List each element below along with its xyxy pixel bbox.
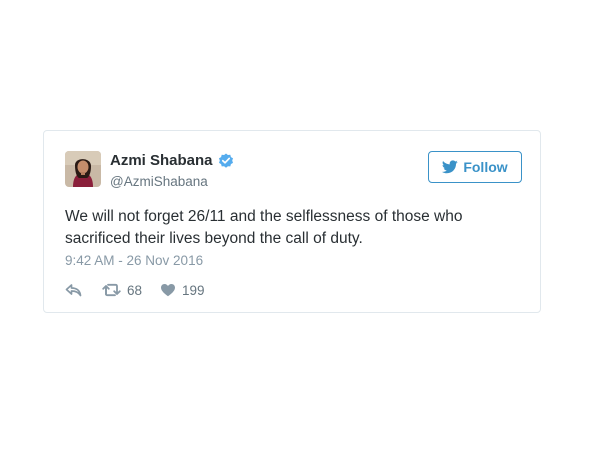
retweet-count: 68 <box>127 282 143 298</box>
page: Azmi Shabana @AzmiShabana Follow We will… <box>0 0 600 450</box>
tweet-card: Azmi Shabana @AzmiShabana Follow We will… <box>43 130 541 313</box>
twitter-bird-icon <box>442 160 459 174</box>
retweet-icon <box>102 283 121 297</box>
tweet-text: We will not forget 26/11 and the selfles… <box>65 208 463 247</box>
avatar[interactable] <box>65 151 101 187</box>
like-count: 199 <box>182 282 205 298</box>
author-name-row[interactable]: Azmi Shabana <box>110 152 234 169</box>
tweet-actions: 68 199 <box>65 281 205 299</box>
timestamp-link[interactable]: 9:42 AM - 26 Nov 2016 <box>65 253 203 268</box>
reply-icon <box>65 283 82 297</box>
screen-name[interactable]: @AzmiShabana <box>110 174 208 189</box>
heart-icon <box>160 283 176 297</box>
follow-button[interactable]: Follow <box>428 151 522 183</box>
verified-badge-icon <box>218 153 234 169</box>
follow-label: Follow <box>463 159 508 175</box>
like-button[interactable]: 199 <box>160 283 205 298</box>
display-name[interactable]: Azmi Shabana <box>110 152 213 169</box>
retweet-button[interactable]: 68 <box>102 283 142 298</box>
reply-button[interactable] <box>65 283 82 297</box>
